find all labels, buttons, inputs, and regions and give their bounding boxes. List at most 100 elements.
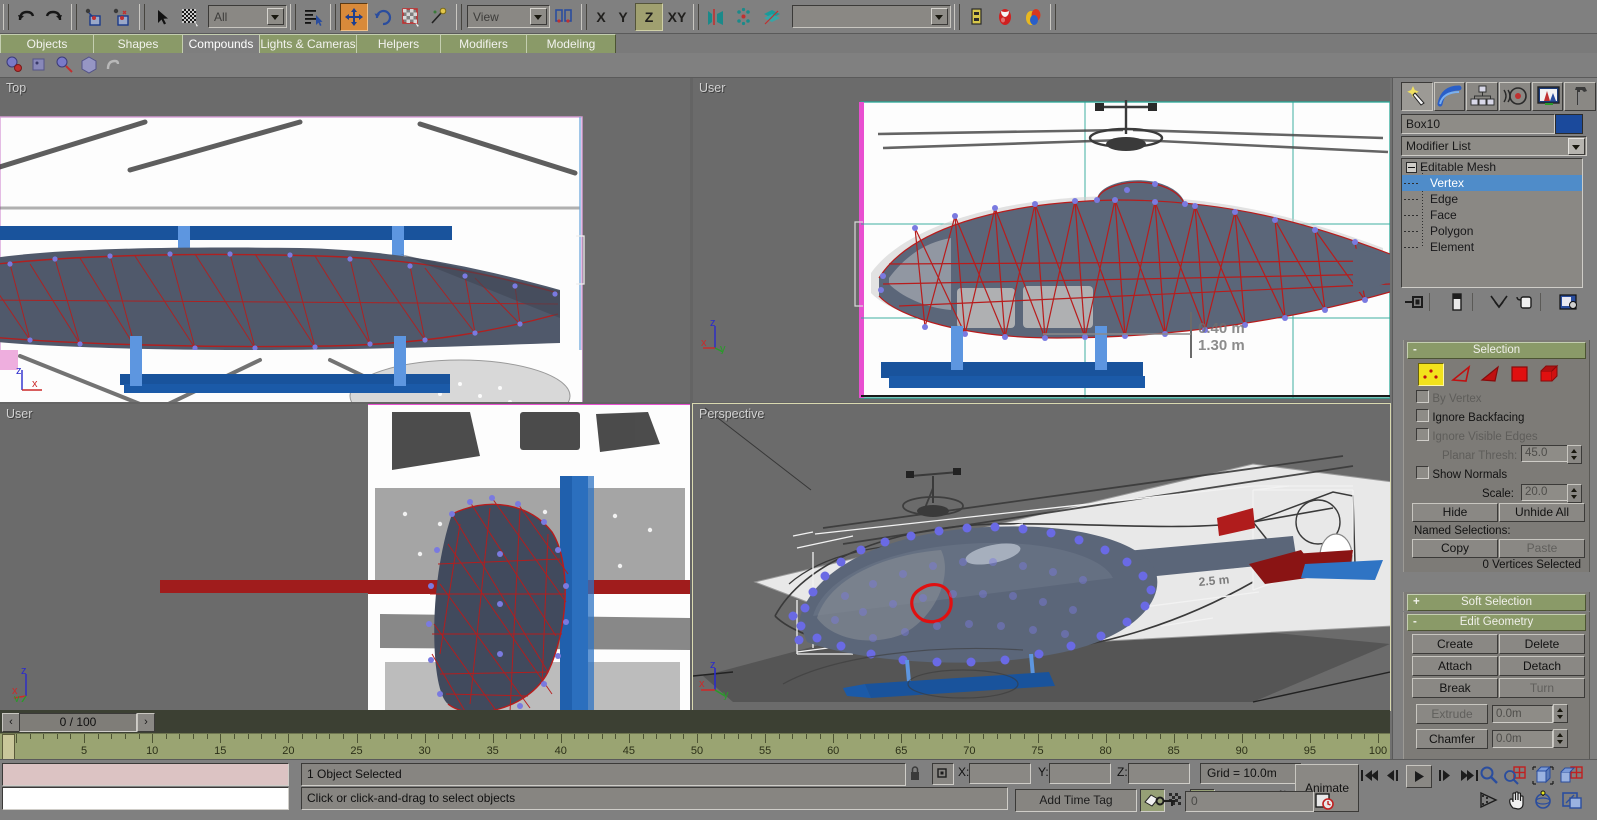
command-tab-create[interactable]	[1401, 82, 1433, 111]
current-frame-field[interactable]: 0 / 100	[19, 713, 137, 732]
use-center-icon[interactable]	[551, 4, 577, 30]
edge-icon[interactable]	[1451, 364, 1473, 384]
normals-scale-field[interactable]: 20.0	[1521, 484, 1569, 501]
tab-shapes[interactable]: Shapes	[93, 34, 183, 54]
select-and-move-icon[interactable]	[340, 3, 368, 31]
viewport-user-right[interactable]: 0.40 m1.30 m z x y User	[693, 78, 1390, 402]
make-unique-icon[interactable]	[1488, 292, 1510, 312]
zoom-all-icon[interactable]	[1503, 765, 1527, 786]
hide-button[interactable]: Hide	[1412, 503, 1498, 522]
chamfer-spinner[interactable]	[1553, 729, 1568, 748]
turn-button[interactable]: Turn	[1499, 678, 1585, 698]
soft-selection-header[interactable]: + Soft Selection	[1407, 594, 1586, 611]
chevron-down-icon[interactable]	[530, 8, 547, 25]
paste-button[interactable]: Paste	[1499, 539, 1585, 558]
pan-icon[interactable]	[1505, 790, 1529, 811]
object-color-swatch[interactable]	[1555, 114, 1583, 134]
redo-icon[interactable]	[41, 4, 67, 30]
toolbar-grip[interactable]	[3, 4, 9, 30]
previous-frame-button[interactable]: ‹	[2, 713, 20, 732]
by-vertex-row[interactable]: By Vertex	[1416, 390, 1482, 405]
tab-modeling[interactable]: Modeling	[526, 34, 616, 54]
curve-editor-icon[interactable]	[964, 4, 990, 30]
ignore-backfacing-checkbox[interactable]	[1416, 409, 1429, 422]
unlink-icon[interactable]	[109, 4, 135, 30]
chevron-down-icon[interactable]	[931, 8, 948, 25]
scatter-icon[interactable]	[29, 55, 51, 75]
time-configuration-icon[interactable]	[1314, 791, 1336, 811]
command-tab-motion[interactable]	[1499, 82, 1531, 111]
configure-sets-icon[interactable]	[1557, 292, 1579, 312]
stack-item-polygon[interactable]: Polygon	[1402, 223, 1582, 239]
add-time-tag-button[interactable]: Add Time Tag	[1015, 789, 1137, 812]
polygon-icon[interactable]	[1509, 364, 1531, 384]
copy-button[interactable]: Copy	[1412, 539, 1498, 558]
collapse-toggle-icon[interactable]	[1406, 162, 1417, 173]
ignore-visible-edges-checkbox[interactable]	[1416, 428, 1429, 441]
stack-item-edge[interactable]: Edge	[1402, 191, 1582, 207]
reference-coordinate-combo[interactable]: View	[467, 5, 550, 28]
field-of-view-icon[interactable]	[1478, 790, 1502, 811]
absolute-mode-toggle-icon[interactable]	[932, 763, 954, 785]
extrude-amount-field[interactable]: 0.0m	[1492, 705, 1553, 723]
chevron-down-icon[interactable]	[267, 8, 284, 25]
viewport-perspective[interactable]: 3.00 m 3.31 m 0.7 2.5 m	[693, 404, 1390, 710]
shapemerge-icon[interactable]	[104, 55, 126, 75]
ignore-visible-edges-row[interactable]: Ignore Visible Edges	[1416, 428, 1538, 443]
maxscript-listener-input[interactable]	[2, 787, 289, 810]
edit-geometry-header[interactable]: - Edit Geometry	[1407, 614, 1586, 631]
stack-item-element[interactable]: Element	[1402, 239, 1582, 255]
toolbar-grip[interactable]	[71, 4, 77, 30]
toolbar-grip[interactable]	[1050, 4, 1056, 30]
axis-constraint-y[interactable]: Y	[612, 4, 634, 30]
normals-scale-spinner[interactable]	[1567, 484, 1582, 503]
command-tab-hierarchy[interactable]	[1466, 82, 1498, 111]
tab-modifiers[interactable]: Modifiers	[440, 34, 527, 54]
maxscript-listener-prompt[interactable]	[2, 763, 289, 786]
delete-button[interactable]: Delete	[1499, 634, 1585, 654]
manipulate-icon[interactable]	[426, 4, 452, 30]
rollout-toggle[interactable]: -	[1413, 615, 1417, 629]
element-icon[interactable]	[1538, 364, 1562, 384]
selection-rollout-header[interactable]: - Selection	[1407, 342, 1586, 359]
axis-constraint-z[interactable]: Z	[635, 3, 663, 31]
modifier-list-dropdown[interactable]: Modifier List	[1401, 136, 1587, 156]
attach-button[interactable]: Attach	[1412, 656, 1498, 676]
toolbar-grip[interactable]	[330, 4, 336, 30]
axis-constraint-x[interactable]: X	[590, 4, 612, 30]
next-frame-icon[interactable]	[1434, 766, 1456, 785]
rollout-toggle[interactable]: +	[1413, 595, 1420, 609]
material-editor-icon[interactable]	[992, 4, 1018, 30]
pin-stack-icon[interactable]	[1403, 292, 1425, 312]
toolbar-grip[interactable]	[139, 4, 145, 30]
key-filter-field[interactable]: 0	[1185, 791, 1314, 812]
extrude-spinner[interactable]	[1553, 704, 1568, 723]
undo-icon[interactable]	[13, 4, 39, 30]
select-object-icon[interactable]	[149, 4, 175, 30]
play-animation-icon[interactable]	[1406, 765, 1432, 788]
command-tab-modify[interactable]	[1434, 82, 1466, 111]
show-end-result-icon[interactable]	[1446, 292, 1468, 312]
toolbar-grip[interactable]	[954, 4, 960, 30]
object-name-field[interactable]: Box10	[1401, 114, 1555, 134]
y-coord-field[interactable]	[1049, 763, 1111, 784]
named-selection-set-combo[interactable]	[792, 5, 951, 28]
axis-constraint-xy[interactable]: XY	[664, 4, 690, 30]
viewport-top[interactable]: z x Top	[0, 78, 690, 402]
toolbar-grip[interactable]	[581, 4, 587, 30]
break-button[interactable]: Break	[1412, 678, 1498, 698]
track-bar[interactable]: 5101520253035404550556065707580859095100	[0, 733, 1390, 760]
zoom-extents-all-icon[interactable]	[1559, 765, 1585, 786]
lock-selection-icon[interactable]	[906, 764, 924, 782]
tab-objects[interactable]: Objects	[0, 34, 94, 54]
chamfer-button[interactable]: Chamfer	[1416, 729, 1488, 749]
modifier-stack[interactable]: Editable Mesh Vertex Edge Face Polygon E…	[1401, 158, 1583, 288]
morph-icon[interactable]	[4, 55, 26, 75]
stack-item-editable-mesh[interactable]: Editable Mesh	[1402, 159, 1582, 175]
select-link-icon[interactable]	[81, 4, 107, 30]
quick-render-icon[interactable]	[1020, 4, 1046, 30]
previous-frame-icon[interactable]	[1382, 766, 1404, 785]
unhide-all-button[interactable]: Unhide All	[1499, 503, 1585, 522]
remove-modifier-icon[interactable]	[1514, 292, 1536, 312]
connect-icon[interactable]	[79, 55, 101, 75]
